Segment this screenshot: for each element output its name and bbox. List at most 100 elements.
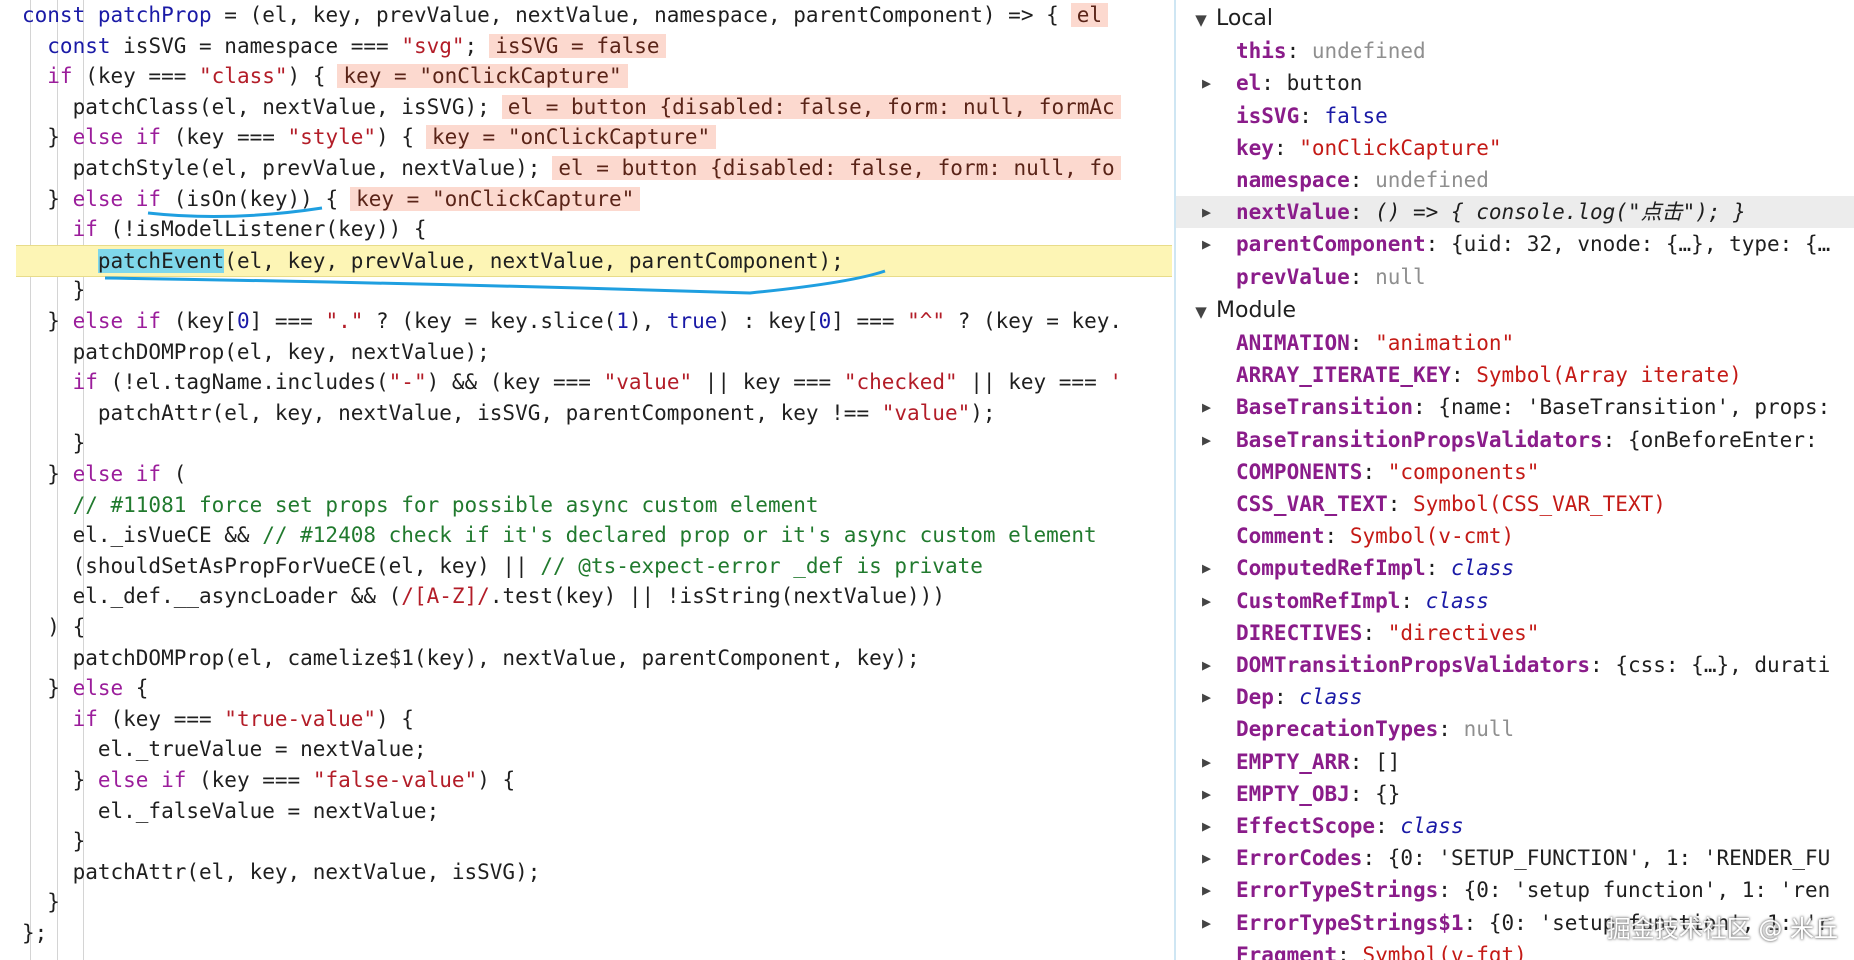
code-line[interactable]: } bbox=[0, 275, 86, 306]
code-line[interactable]: }; bbox=[0, 918, 47, 949]
code-token: ) : key[ bbox=[717, 309, 819, 333]
code-line[interactable]: } bbox=[0, 887, 60, 918]
scope-variable-row[interactable]: namespace: undefined bbox=[1176, 164, 1854, 196]
code-token: ); bbox=[970, 400, 996, 425]
scope-variable-row[interactable]: ▶ el: button bbox=[1176, 67, 1854, 99]
code-line[interactable]: } else if (key[0] === "." ? (key = key.s… bbox=[0, 306, 1122, 337]
code-token: (!isModelListener(key)) { bbox=[97, 217, 427, 242]
scope-variable-row[interactable]: ▶ parentComponent: {uid: 32, vnode: {…}, … bbox=[1176, 228, 1854, 260]
code-line[interactable]: const patchProp = (el, key, prevValue, n… bbox=[0, 0, 1109, 31]
code-line[interactable]: if (key === "class") {key = "onClickCapt… bbox=[0, 61, 628, 92]
scope-variable-row[interactable]: this: undefined bbox=[1176, 35, 1854, 67]
scope-variable-row[interactable]: isSVG: false bbox=[1176, 100, 1854, 132]
code-line[interactable]: patchDOMProp(el, key, nextValue); bbox=[0, 337, 490, 368]
current-execution-line[interactable]: patchEvent(el, key, prevValue, nextValue… bbox=[16, 244, 1172, 278]
expand-arrow-icon[interactable]: ▶ bbox=[1202, 907, 1211, 939]
code-line[interactable]: el._def.__asyncLoader && (/[A-Z]/.test(k… bbox=[0, 581, 945, 612]
code-line[interactable]: if (!isModelListener(key)) { bbox=[0, 214, 427, 245]
separator: : bbox=[1362, 459, 1388, 484]
expand-arrow-icon[interactable]: ▶ bbox=[1202, 842, 1211, 874]
expand-triangle-icon[interactable]: ▼ bbox=[1192, 4, 1210, 36]
code-token: patchDOMProp(el, key, nextValue); bbox=[22, 339, 490, 364]
scope-variable-row[interactable]: DIRECTIVES: "directives" bbox=[1176, 617, 1854, 649]
expand-arrow-icon[interactable]: ▶ bbox=[1202, 874, 1211, 906]
code-line[interactable]: el._isVueCE && // #12408 check if it's d… bbox=[0, 520, 1097, 551]
scope-variable-row[interactable]: Comment: Symbol(v-cmt) bbox=[1176, 520, 1854, 552]
scope-variable-row[interactable]: COMPONENTS: "components" bbox=[1176, 456, 1854, 488]
scope-variable-row[interactable]: ▶ nextValue: () => { console.log("点击"); } bbox=[1176, 196, 1854, 229]
scope-variable-row[interactable]: ▶ EffectScope: class bbox=[1176, 810, 1854, 842]
scope-variable-row[interactable]: ▶ BaseTransition: {name: 'BaseTransition'… bbox=[1176, 391, 1854, 423]
source-code-pane[interactable]: const patchProp = (el, key, prevValue, n… bbox=[0, 0, 1172, 960]
scope-variable-row[interactable]: ▶ EMPTY_OBJ: {} bbox=[1176, 778, 1854, 810]
code-token: else bbox=[72, 676, 124, 701]
expand-arrow-icon[interactable]: ▶ bbox=[1202, 391, 1211, 423]
code-line[interactable]: patchClass(el, nextValue, isSVG); el = bu… bbox=[0, 92, 1121, 123]
scope-variable-row[interactable]: ▶ BaseTransitionPropsValidators: {onBefor… bbox=[1176, 424, 1854, 456]
variable-name: BaseTransition bbox=[1236, 395, 1414, 420]
expand-arrow-icon[interactable]: ▶ bbox=[1202, 585, 1211, 617]
code-line[interactable]: } else if ( bbox=[0, 459, 186, 490]
scope-variable-row[interactable]: ▶ ErrorCodes: {0: 'SETUP_FUNCTION', 1: 'R… bbox=[1176, 842, 1854, 874]
code-token: (isOn(key)) { bbox=[161, 186, 339, 211]
expand-arrow-icon[interactable]: ▶ bbox=[1202, 649, 1211, 681]
code-token: ) { bbox=[477, 768, 516, 792]
code-line[interactable]: el._falseValue = nextValue; bbox=[0, 796, 439, 827]
code-line[interactable]: } else if (isOn(key)) {key = "onClickCap… bbox=[0, 184, 641, 215]
code-line[interactable]: if (!el.tagName.includes("-") && (key ==… bbox=[0, 367, 1122, 398]
code-line[interactable]: patchAttr(el, key, nextValue, isSVG, par… bbox=[0, 398, 996, 429]
scope-variables-pane[interactable]: ▼ Local this: undefined ▶ el: button isSVG: f… bbox=[1174, 0, 1854, 960]
variable-name: ErrorCodes bbox=[1236, 846, 1363, 871]
code-line[interactable]: patchStyle(el, prevValue, nextValue); el … bbox=[0, 153, 1121, 184]
variable-name: EffectScope bbox=[1236, 814, 1376, 838]
expand-arrow-icon[interactable]: ▶ bbox=[1202, 746, 1211, 778]
code-line[interactable]: } else if (key === "false-value") { bbox=[0, 765, 516, 796]
code-line[interactable]: const isSVG = namespace === "svg"; isSVG … bbox=[0, 31, 666, 62]
variable-name: COMPONENTS bbox=[1236, 459, 1363, 484]
code-line[interactable]: } bbox=[0, 826, 86, 857]
scope-variable-row[interactable]: ▶ CustomRefImpl: class bbox=[1176, 585, 1854, 617]
scope-variable-row[interactable]: ▶ ErrorTypeStrings: {0: 'setup function',… bbox=[1176, 874, 1854, 906]
scope-section-module[interactable]: ▼ Module bbox=[1192, 295, 1296, 327]
scope-variable-row[interactable]: ▶ DOMTransitionPropsValidators: {css: {…}… bbox=[1176, 649, 1854, 681]
code-line[interactable]: } bbox=[0, 428, 86, 459]
variable-value: {name: 'BaseTransition', props: bbox=[1438, 395, 1831, 420]
code-line[interactable]: if (key === "true-value") { bbox=[0, 704, 414, 735]
code-token: "style" bbox=[287, 125, 377, 150]
expand-arrow-icon[interactable]: ▶ bbox=[1202, 778, 1211, 810]
code-token: ; bbox=[464, 33, 478, 58]
scope-variable-row[interactable]: ▶ Dep: class bbox=[1176, 681, 1854, 713]
code-token: (key === bbox=[186, 768, 313, 792]
scope-section-local[interactable]: ▼ Local bbox=[1192, 3, 1273, 35]
code-line[interactable]: patchAttr(el, key, nextValue, isSVG); bbox=[0, 857, 541, 888]
expand-arrow-icon[interactable]: ▶ bbox=[1202, 681, 1211, 713]
code-line[interactable]: (shouldSetAsPropForVueCE(el, key) || // … bbox=[0, 551, 983, 582]
code-token: if bbox=[22, 64, 73, 89]
code-line[interactable]: } else if (key === "style") {key = "onCl… bbox=[0, 122, 717, 153]
code-line[interactable]: } else { bbox=[0, 673, 148, 704]
expand-arrow-icon[interactable]: ▶ bbox=[1202, 810, 1211, 842]
scope-variable-row[interactable]: ARRAY_ITERATE_KEY: Symbol(Array iterate) bbox=[1176, 359, 1854, 391]
variable-value: class bbox=[1425, 588, 1489, 613]
scope-variable-row[interactable]: CSS_VAR_TEXT: Symbol(CSS_VAR_TEXT) bbox=[1176, 488, 1854, 520]
code-line[interactable]: ) { bbox=[0, 612, 85, 643]
variable-name: ANIMATION bbox=[1236, 331, 1350, 355]
code-token: "class" bbox=[199, 64, 288, 89]
expand-arrow-icon[interactable]: ▶ bbox=[1202, 424, 1211, 456]
code-line[interactable]: el._trueValue = nextValue; bbox=[0, 734, 427, 765]
scope-variable-row[interactable]: ▶ EMPTY_ARR: [] bbox=[1176, 746, 1854, 778]
inline-value-hint: isSVG = false bbox=[489, 33, 666, 58]
scope-variable-row[interactable]: DeprecationTypes: null bbox=[1176, 713, 1854, 745]
expand-arrow-icon[interactable]: ▶ bbox=[1202, 552, 1211, 584]
code-line[interactable]: patchDOMProp(el, camelize$1(key), nextVa… bbox=[0, 643, 920, 674]
expand-arrow-icon[interactable]: ▶ bbox=[1202, 196, 1211, 228]
scope-variable-row[interactable]: ANIMATION: "animation" bbox=[1176, 327, 1854, 359]
scope-variable-row[interactable]: ▶ ComputedRefImpl: class bbox=[1176, 552, 1854, 584]
variable-name: CustomRefImpl bbox=[1236, 588, 1401, 613]
scope-variable-row[interactable]: key: "onClickCapture" bbox=[1176, 132, 1854, 164]
code-line[interactable]: // #11081 force set props for possible a… bbox=[0, 490, 819, 521]
scope-variable-row[interactable]: prevValue: null bbox=[1176, 261, 1854, 293]
expand-triangle-icon[interactable]: ▼ bbox=[1192, 296, 1210, 328]
expand-arrow-icon[interactable]: ▶ bbox=[1202, 228, 1211, 260]
expand-arrow-icon[interactable]: ▶ bbox=[1202, 67, 1211, 99]
